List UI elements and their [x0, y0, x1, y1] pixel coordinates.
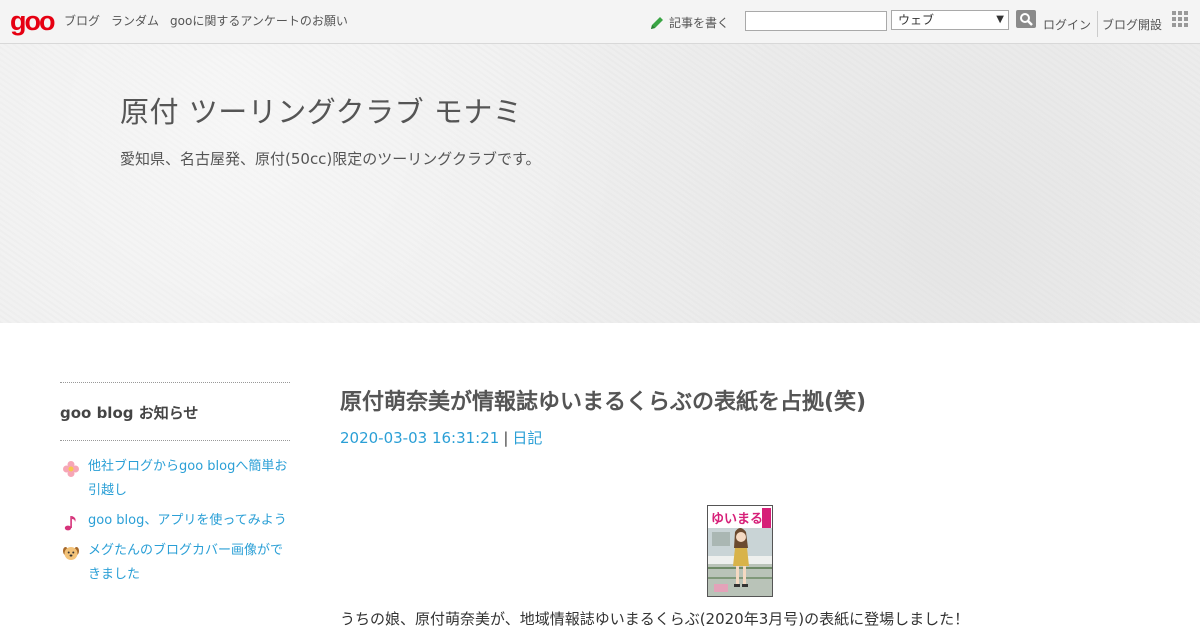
blog-title[interactable]: 原付 ツーリングクラブ モナミ	[120, 89, 522, 131]
search-icon	[1020, 13, 1033, 26]
notice-list: 他社ブログからgoo blogへ簡単お引越し goo blog、アプリを使ってみ…	[60, 441, 290, 587]
sidebar-heading: goo blog お知らせ	[60, 404, 199, 422]
notice-link-app[interactable]: goo blog、アプリを使ってみよう	[88, 509, 287, 533]
entry-body-text: うちの娘、原付萌奈美が、地域情報誌ゆいまるくらぶ(2020年3月号)の表紙に登場…	[340, 610, 970, 628]
search-scope-select[interactable]: ウェブ ▼	[891, 10, 1009, 30]
search-scope-value: ウェブ	[898, 13, 935, 27]
notice-link-cover[interactable]: メグたんのブログカバー画像ができました	[88, 539, 290, 587]
music-note-icon	[64, 516, 76, 531]
flower-icon	[63, 461, 79, 477]
nav-survey[interactable]: gooに関するアンケートのお願い	[170, 12, 348, 29]
goo-logo[interactable]: goo	[10, 6, 55, 36]
entry-date: 2020-03-03 16:31:21	[340, 429, 500, 447]
blog-entry: 原付萌奈美が情報誌ゆいまるくらぶの表紙を占拠(笑) 2020-03-03 16:…	[340, 382, 1140, 628]
dog-face-icon	[63, 547, 79, 560]
pencil-icon	[649, 15, 665, 31]
write-article-link[interactable]: 記事を書く	[649, 14, 729, 31]
entry-meta: 2020-03-03 16:31:21 | 日記	[340, 427, 1140, 448]
entry-category-link[interactable]: 日記	[512, 429, 542, 447]
search-button[interactable]	[1016, 10, 1036, 28]
notice-item: goo blog、アプリを使ってみよう	[60, 513, 290, 533]
blog-header: 原付 ツーリングクラブ モナミ 愛知県、名古屋発、原付(50cc)限定のツーリン…	[0, 44, 1200, 323]
nav-random[interactable]: ランダム	[111, 12, 159, 29]
notice-item: メグたんのブログカバー画像ができました	[60, 543, 290, 587]
notice-item: 他社ブログからgoo blogへ簡単お引越し	[60, 459, 290, 503]
search-input[interactable]	[745, 11, 887, 31]
meta-separator: |	[503, 429, 509, 447]
global-header: goo ブログ ランダム gooに関するアンケートのお願い 記事を書く ウェブ …	[0, 0, 1200, 44]
global-nav: ブログ ランダム gooに関するアンケートのお願い	[64, 12, 348, 29]
sidebar: goo blog お知らせ 他社ブログからgoo blogへ簡単お引越し goo…	[60, 382, 290, 597]
dropdown-arrow-icon: ▼	[996, 14, 1004, 25]
entry-title[interactable]: 原付萌奈美が情報誌ゆいまるくらぶの表紙を占拠(笑)	[340, 389, 1140, 417]
nav-blog[interactable]: ブログ	[64, 12, 100, 29]
blog-description: 愛知県、名古屋発、原付(50cc)限定のツーリングクラブです。	[120, 150, 541, 168]
apps-grid-icon[interactable]	[1172, 11, 1188, 27]
magazine-cover-image[interactable]: ゆいまる	[707, 505, 773, 597]
divider	[1097, 11, 1098, 37]
magazine-cover-illustration: ゆいまる	[708, 506, 772, 596]
open-blog-link[interactable]: ブログ開設	[1102, 16, 1162, 33]
login-link[interactable]: ログイン	[1043, 16, 1091, 33]
write-article-label: 記事を書く	[669, 16, 730, 30]
notice-link-move[interactable]: 他社ブログからgoo blogへ簡単お引越し	[88, 455, 290, 503]
cover-masthead: ゆいまる	[711, 512, 763, 527]
